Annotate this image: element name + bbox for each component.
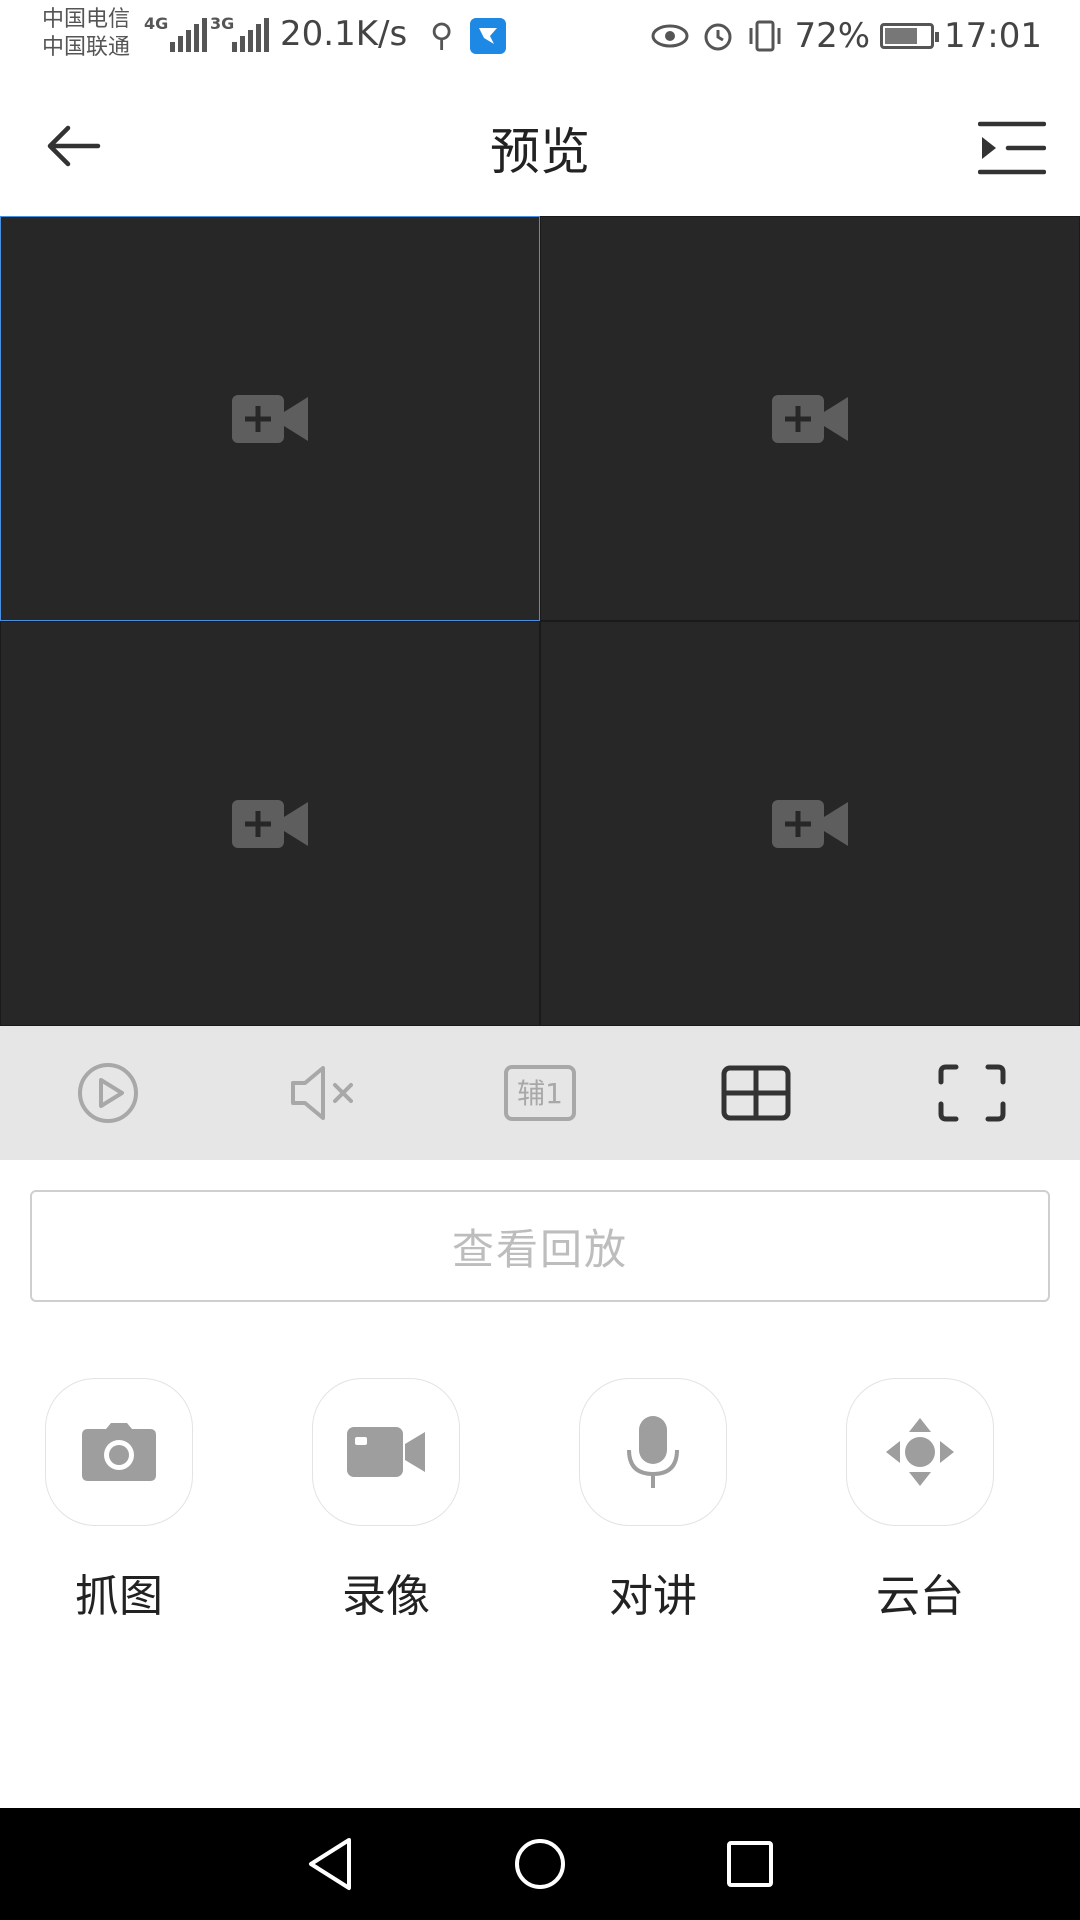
- signal-strength-icon: [170, 16, 207, 52]
- network-type-2: 3G: [210, 14, 235, 33]
- nav-recents-icon: [727, 1841, 773, 1887]
- indent-menu-icon: [978, 121, 1046, 175]
- record-label: 录像: [342, 1571, 430, 1622]
- camera-icon: [82, 1423, 156, 1481]
- network-speed: 20.1K/s: [280, 14, 408, 54]
- fullscreen-button[interactable]: [922, 1043, 1022, 1143]
- alarm-icon: [704, 23, 732, 51]
- title-bar: 预览: [0, 76, 1080, 216]
- aux-stream-label: 辅1: [517, 1077, 563, 1110]
- ptz-label: 云台: [876, 1571, 964, 1622]
- record-circle: [312, 1378, 460, 1526]
- eye-icon: [651, 24, 689, 48]
- page-title: 预览: [490, 123, 590, 181]
- carrier-2: 中国联通: [42, 35, 131, 60]
- nav-back-icon: [309, 1838, 351, 1890]
- preview-cell-1[interactable]: [0, 216, 540, 621]
- nav-home-icon: [515, 1839, 565, 1889]
- battery-percent: 72%: [794, 16, 871, 56]
- preview-cell-2[interactable]: [540, 216, 1080, 621]
- play-circle-icon: [78, 1063, 138, 1123]
- add-camera-icon: [772, 394, 848, 443]
- vibrate-icon: [749, 20, 781, 52]
- ptz-button[interactable]: 云台: [845, 1378, 995, 1624]
- fullscreen-icon: [938, 1064, 1006, 1122]
- ptz-circle: [846, 1378, 994, 1526]
- status-bar: 中国电信 中国联通 4G 3G 20.1K/s ⚲ 72% 17:01: [0, 0, 1080, 76]
- mute-button[interactable]: [274, 1043, 374, 1143]
- view-playback-button[interactable]: 查看回放: [30, 1190, 1050, 1302]
- microphone-icon: [627, 1416, 679, 1488]
- add-camera-icon: [232, 799, 308, 848]
- signal-strength-icon-2: [232, 16, 269, 52]
- aux-stream-button[interactable]: 辅1: [490, 1043, 590, 1143]
- video-camera-icon: [347, 1427, 425, 1477]
- split-screen-button[interactable]: [706, 1043, 806, 1143]
- record-button[interactable]: 录像: [311, 1378, 461, 1624]
- nav-back-button[interactable]: [285, 1819, 375, 1909]
- add-camera-icon: [772, 799, 848, 848]
- speaker-muted-icon: [291, 1066, 353, 1120]
- play-button[interactable]: [58, 1043, 158, 1143]
- battery-icon: [880, 23, 940, 49]
- snapshot-circle: [45, 1378, 193, 1526]
- snapshot-label: 抓图: [75, 1571, 163, 1622]
- system-nav-bar: [0, 1808, 1080, 1920]
- notification-app-icon: [470, 18, 506, 54]
- add-camera-icon: [232, 394, 308, 443]
- intercom-circle: [579, 1378, 727, 1526]
- intercom-label: 对讲: [609, 1571, 697, 1622]
- preview-cell-3[interactable]: [0, 621, 540, 1026]
- status-right: 72% 17:01: [650, 14, 1042, 58]
- usb-icon: ⚲: [430, 16, 454, 54]
- carrier-names: 中国电信 中国联通: [42, 6, 130, 62]
- preview-grid: [0, 216, 1080, 1026]
- preview-toolbar: 辅1: [0, 1026, 1080, 1160]
- ptz-direction-icon: [886, 1418, 954, 1486]
- clock: 17:01: [944, 16, 1042, 56]
- snapshot-button[interactable]: 抓图: [44, 1378, 194, 1624]
- action-buttons: 抓图 录像 对讲 云台: [0, 1378, 1080, 1638]
- nav-home-button[interactable]: [495, 1819, 585, 1909]
- nav-recents-button[interactable]: [705, 1819, 795, 1909]
- network-type-1: 4G: [144, 14, 169, 33]
- preview-cell-4[interactable]: [540, 621, 1080, 1026]
- device-list-button[interactable]: [972, 108, 1052, 188]
- carrier-1: 中国电信: [42, 7, 131, 32]
- four-split-icon: [721, 1065, 791, 1121]
- intercom-button[interactable]: 对讲: [578, 1378, 728, 1624]
- aux-stream-icon: 辅1: [504, 1065, 576, 1121]
